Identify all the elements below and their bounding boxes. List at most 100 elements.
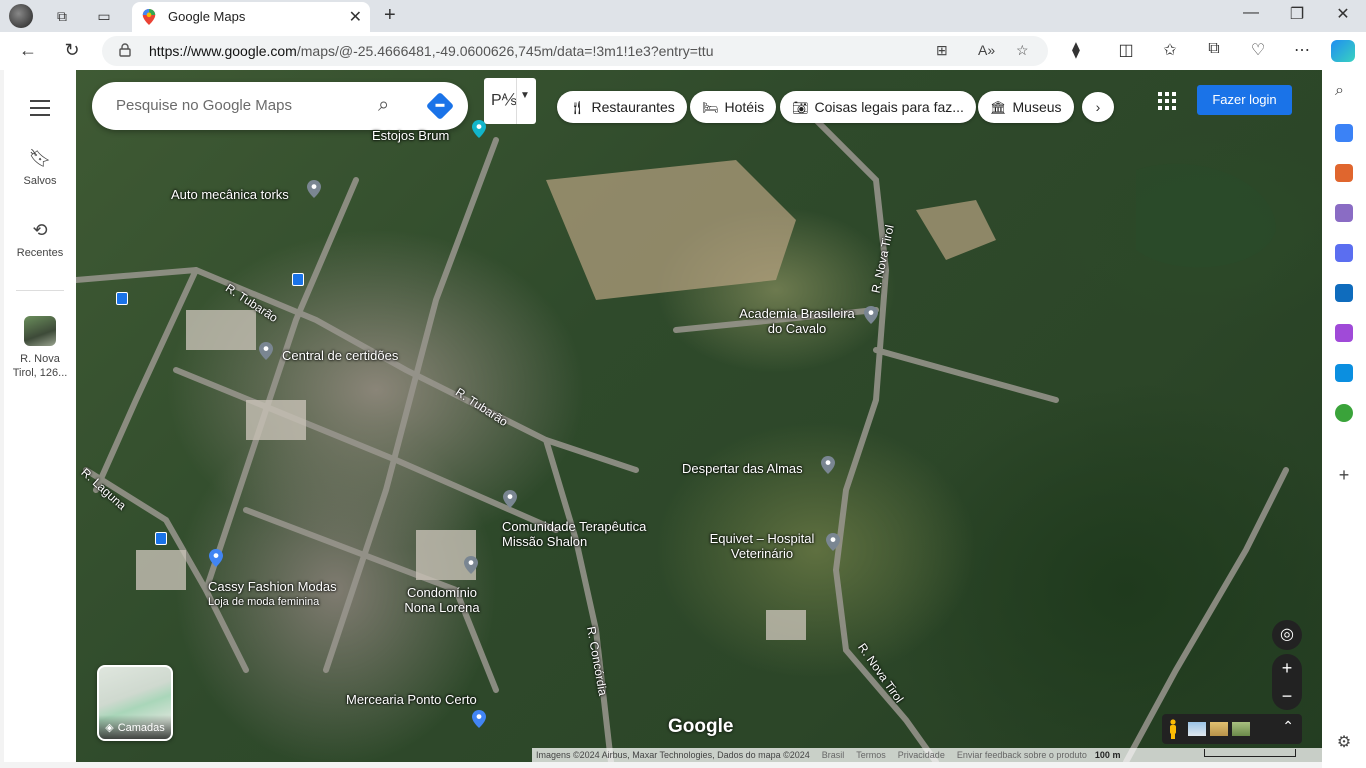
chip-museums[interactable]: 🏛︎ Museus bbox=[978, 91, 1074, 123]
place-pin-icon[interactable] bbox=[259, 342, 273, 360]
place-comunidade-shalon[interactable]: Comunidade Terapêutica Missão Shalon bbox=[502, 519, 662, 549]
pegman-icon[interactable] bbox=[1168, 719, 1178, 739]
chip-label: Restaurantes bbox=[591, 99, 675, 115]
footer-country[interactable]: Brasil bbox=[822, 750, 845, 760]
my-location-icon[interactable]: ◎ bbox=[1272, 620, 1302, 650]
back-icon[interactable]: ← bbox=[16, 40, 40, 61]
new-tab-icon[interactable]: + bbox=[384, 4, 396, 27]
street-view-bar: ⌃ bbox=[1162, 714, 1302, 744]
imagery-thumbnail-park[interactable] bbox=[1232, 722, 1250, 736]
login-button[interactable]: Fazer login bbox=[1197, 85, 1292, 115]
tools-briefcase-icon[interactable] bbox=[1335, 164, 1353, 182]
microsoft365-icon[interactable] bbox=[1335, 244, 1353, 262]
bus-stop-icon[interactable] bbox=[292, 273, 304, 286]
recents-button[interactable]: ⟲ Recentes bbox=[4, 220, 76, 259]
designer-icon[interactable] bbox=[1335, 324, 1353, 342]
sidebar-settings-gear-icon[interactable]: ⚙ bbox=[1335, 734, 1353, 752]
tree-icon[interactable] bbox=[1335, 404, 1353, 422]
place-pin-icon[interactable] bbox=[307, 180, 321, 198]
place-pin-icon[interactable] bbox=[472, 120, 486, 138]
tab-actions-icon[interactable]: ▭ bbox=[94, 6, 114, 26]
outlook-icon[interactable] bbox=[1335, 284, 1353, 302]
place-estojos-brum[interactable]: Estojos Brum bbox=[372, 128, 449, 143]
search-icon[interactable]: ⌕ bbox=[378, 94, 389, 117]
place-mercearia[interactable]: Mercearia Ponto Certo bbox=[346, 692, 477, 707]
chip-restaurants[interactable]: 🍴︎ Restaurantes bbox=[557, 91, 687, 123]
place-pin-icon[interactable] bbox=[464, 556, 478, 574]
place-equivet[interactable]: Equivet – Hospital Veterinário bbox=[700, 531, 824, 561]
recent-place-label[interactable]: R. Nova Tirol, 126... bbox=[8, 352, 72, 380]
workspaces-icon[interactable]: ⧉ bbox=[52, 6, 72, 26]
saved-label: Salvos bbox=[23, 175, 57, 187]
shopping-pin-icon[interactable] bbox=[209, 549, 223, 567]
search-box[interactable]: Pesquise no Google Maps ⌕ bbox=[92, 82, 468, 130]
collections-icon[interactable]: ⧉ bbox=[1202, 40, 1226, 58]
expand-chevron-icon[interactable]: ⌃ bbox=[1282, 718, 1294, 735]
bus-stop-icon[interactable] bbox=[155, 532, 167, 545]
place-condominio-nona[interactable]: Condomínio Nona Lorena bbox=[394, 585, 490, 615]
place-pin-icon[interactable] bbox=[503, 490, 517, 508]
museum-icon: 🏛︎ bbox=[990, 100, 1007, 115]
reload-icon[interactable]: ↻ bbox=[60, 40, 84, 61]
layers-label: Camadas bbox=[117, 722, 165, 734]
copilot-icon[interactable] bbox=[1331, 40, 1355, 62]
feedback-link[interactable]: Enviar feedback sobre o produto bbox=[957, 750, 1087, 760]
shopping-pin-icon[interactable] bbox=[472, 710, 486, 728]
chips-next-chevron-icon[interactable]: › bbox=[1082, 92, 1114, 122]
search-input[interactable]: Pesquise no Google Maps bbox=[116, 97, 292, 114]
window-close-icon[interactable]: ✕ bbox=[1328, 4, 1358, 24]
scale-label[interactable]: 100 m bbox=[1095, 750, 1121, 760]
menu-icon[interactable] bbox=[30, 100, 50, 121]
transit-dropdown[interactable]: P⅍ ▼ bbox=[484, 78, 536, 124]
favorite-star-icon[interactable]: ☆ bbox=[1016, 42, 1029, 59]
place-cassy-fashion[interactable]: Cassy Fashion Modas bbox=[208, 579, 337, 594]
place-auto-mecanica[interactable]: Auto mecânica torks bbox=[171, 187, 289, 202]
shopping-tag-icon[interactable] bbox=[1335, 124, 1353, 142]
zoom-out-button[interactable]: − bbox=[1272, 682, 1302, 710]
place-cassy-subtitle: Loja de moda feminina bbox=[208, 596, 320, 608]
privacy-link[interactable]: Privacidade bbox=[898, 750, 945, 760]
terms-link[interactable]: Termos bbox=[856, 750, 886, 760]
bed-icon: 🛏︎ bbox=[702, 100, 719, 115]
place-central-certidoes[interactable]: Central de certidões bbox=[282, 348, 398, 363]
directions-icon[interactable] bbox=[425, 91, 455, 121]
chip-things-to-do[interactable]: 📷︎ Coisas legais para faz... bbox=[780, 91, 976, 123]
app-available-icon[interactable]: ⊞ bbox=[936, 42, 948, 59]
send-icon[interactable] bbox=[1335, 364, 1353, 382]
place-despertar-almas[interactable]: Despertar das Almas bbox=[682, 461, 803, 476]
transit-divider bbox=[516, 78, 517, 124]
bus-stop-icon[interactable] bbox=[116, 292, 128, 305]
google-apps-icon[interactable] bbox=[1158, 92, 1176, 110]
extensions-icon[interactable]: ⧫ bbox=[1064, 40, 1088, 60]
more-menu-icon[interactable]: ⋯ bbox=[1290, 40, 1314, 60]
recent-place-thumbnail[interactable] bbox=[24, 316, 56, 346]
tab-close-icon[interactable]: ✕ bbox=[349, 7, 362, 27]
imagery-thumbnail-sky[interactable] bbox=[1188, 722, 1206, 736]
layers-button[interactable]: ◈ Camadas bbox=[97, 665, 173, 741]
split-screen-icon[interactable]: ◫ bbox=[1114, 40, 1138, 60]
edge-sidebar: ⌕ + ⚙ bbox=[1322, 70, 1366, 768]
scale-bar[interactable] bbox=[1204, 749, 1296, 757]
saved-button[interactable]: 🔖︎ Salvos bbox=[4, 148, 76, 187]
profile-avatar[interactable] bbox=[9, 4, 33, 28]
read-aloud-icon[interactable]: A» bbox=[978, 42, 995, 58]
chip-hotels[interactable]: 🛏︎ Hotéis bbox=[690, 91, 777, 123]
place-academia-cavalo[interactable]: Academia Brasileira do Cavalo bbox=[732, 306, 862, 336]
satellite-map[interactable]: Pesquise no Google Maps ⌕ P⅍ ▼ 🍴︎ Restaur… bbox=[76, 70, 1322, 762]
place-pin-icon[interactable] bbox=[821, 456, 835, 474]
add-sidebar-app-icon[interactable]: + bbox=[1335, 466, 1353, 484]
tab-google-maps[interactable]: Google Maps ✕ bbox=[132, 2, 370, 32]
zoom-in-button[interactable]: + bbox=[1272, 654, 1302, 682]
imagery-thumbnail-terrain[interactable] bbox=[1210, 722, 1228, 736]
address-bar[interactable]: https://www.google.com/maps/@-25.4666481… bbox=[102, 36, 1048, 66]
sidebar-search-icon[interactable]: ⌕ bbox=[1335, 82, 1353, 100]
place-pin-icon[interactable] bbox=[826, 533, 840, 551]
games-icon[interactable] bbox=[1335, 204, 1353, 222]
chevron-down-icon[interactable]: ▼ bbox=[520, 90, 530, 101]
minimize-icon[interactable]: — bbox=[1236, 4, 1266, 22]
favorites-icon[interactable]: ✩ bbox=[1158, 40, 1182, 60]
zoom-controls: + − bbox=[1272, 654, 1302, 710]
place-pin-icon[interactable] bbox=[864, 306, 878, 324]
restore-icon[interactable]: ❐ bbox=[1282, 4, 1312, 24]
browser-essentials-icon[interactable]: ♡ bbox=[1246, 40, 1270, 60]
